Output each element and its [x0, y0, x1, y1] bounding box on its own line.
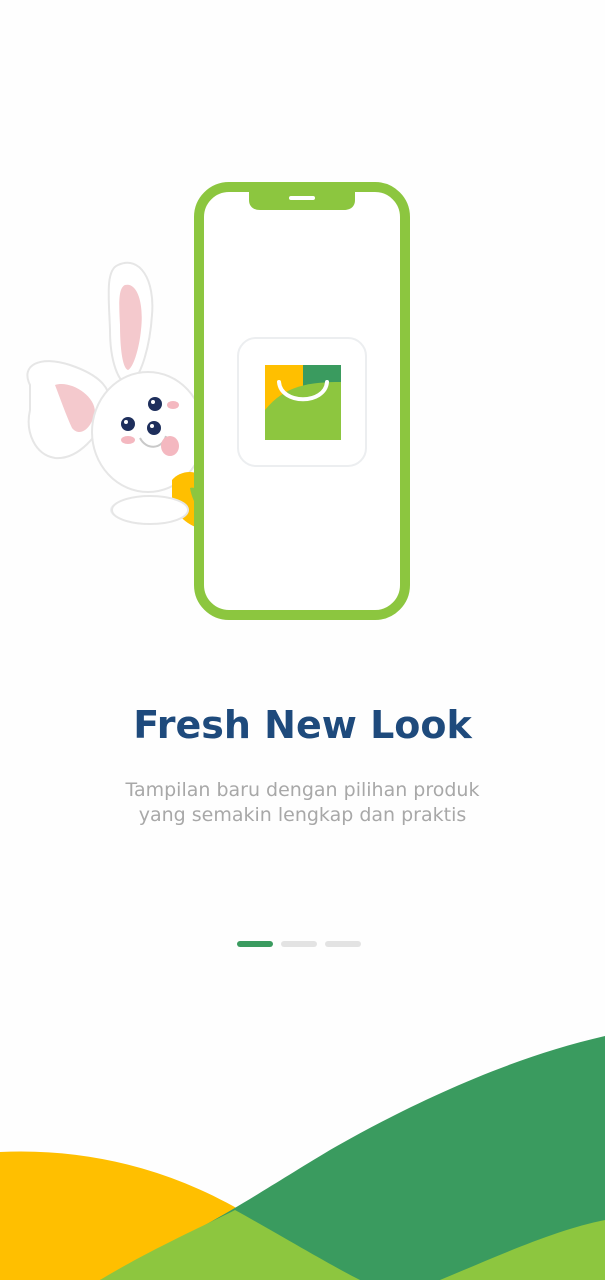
- onboarding-screen: Fresh New Look Tampilan baru dengan pili…: [0, 0, 605, 1280]
- decorative-waves: [0, 1030, 605, 1280]
- page-indicator-dot-1[interactable]: [237, 941, 273, 947]
- page-indicator-dot-2[interactable]: [281, 941, 317, 947]
- onboarding-title: Fresh New Look: [133, 703, 472, 747]
- subtitle-line-1: Tampilan baru dengan pilihan produk: [125, 779, 480, 801]
- bunny-mascot: [26, 262, 205, 529]
- shopping-bag-logo: [265, 365, 341, 440]
- onboarding-subtitle: Tampilan baru dengan pilihan produk yang…: [0, 778, 605, 828]
- onboarding-illustration: [0, 170, 605, 640]
- app-logo-card: [237, 337, 367, 467]
- page-indicator: [237, 941, 361, 947]
- subtitle-line-2: yang semakin lengkap dan praktis: [138, 804, 467, 826]
- page-indicator-dot-3[interactable]: [325, 941, 361, 947]
